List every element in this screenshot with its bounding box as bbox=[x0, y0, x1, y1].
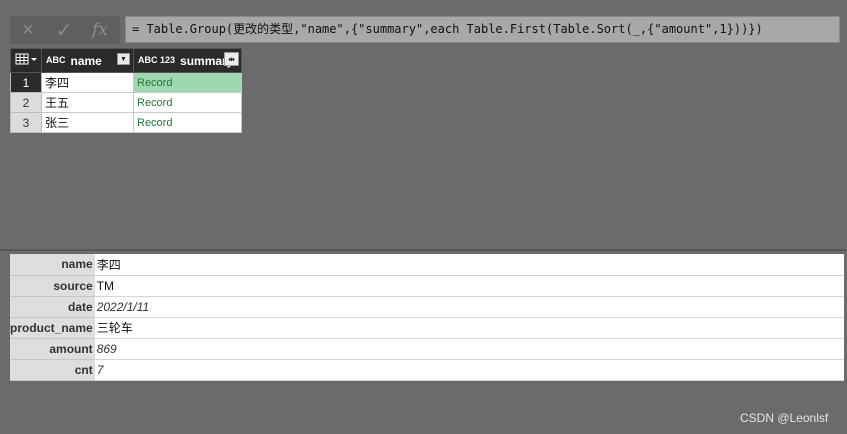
formula-input[interactable]: = Table.Group(更改的类型,"name",{"summary",ea… bbox=[125, 16, 840, 43]
cell-summary-record[interactable]: Record bbox=[133, 92, 242, 113]
row-number[interactable]: 2 bbox=[10, 92, 42, 113]
table-row: 3 张三 Record bbox=[10, 112, 242, 133]
field-label: source bbox=[10, 275, 95, 297]
record-preview-pane: name 李四 source TM date 2022/1/11 product… bbox=[10, 254, 844, 381]
grid-header-row: ABC name ▼ ABC 123 summary ⇹ bbox=[10, 48, 242, 73]
formula-bar: × ✓ fx = Table.Group(更改的类型,"name",{"summ… bbox=[0, 0, 847, 46]
field-value: 2022/1/11 bbox=[94, 296, 844, 318]
field-value: TM bbox=[94, 275, 844, 297]
field-label: amount bbox=[10, 338, 95, 360]
preview-row: cnt 7 bbox=[10, 359, 844, 381]
watermark: CSDN @Leonlsf bbox=[740, 411, 829, 425]
text-type-icon[interactable]: ABC bbox=[46, 56, 66, 65]
field-label: date bbox=[10, 296, 95, 318]
field-value: 869 bbox=[94, 338, 844, 360]
formula-actions: × ✓ fx bbox=[10, 16, 120, 44]
column-header-name[interactable]: ABC name ▼ bbox=[41, 48, 134, 73]
filter-dropdown-icon[interactable]: ▼ bbox=[117, 53, 130, 65]
row-number[interactable]: 3 bbox=[10, 112, 42, 133]
cancel-icon[interactable]: × bbox=[10, 16, 46, 44]
fx-icon[interactable]: fx bbox=[82, 16, 118, 44]
cell-name[interactable]: 张三 bbox=[41, 112, 134, 133]
cell-summary-record[interactable]: Record bbox=[133, 72, 242, 93]
table-row: 2 王五 Record bbox=[10, 92, 242, 113]
field-value: 7 bbox=[94, 359, 844, 381]
table-row: 1 李四 Record bbox=[10, 72, 242, 93]
field-label: name bbox=[10, 254, 95, 276]
expand-column-icon[interactable]: ⇹ bbox=[224, 52, 239, 66]
field-label: cnt bbox=[10, 359, 95, 381]
column-header-summary[interactable]: ABC 123 summary ⇹ bbox=[133, 48, 242, 73]
any-type-icon[interactable]: ABC 123 bbox=[138, 56, 175, 65]
cell-name[interactable]: 李四 bbox=[41, 72, 134, 93]
preview-row: amount 869 bbox=[10, 338, 844, 360]
row-number[interactable]: 1 bbox=[10, 72, 42, 93]
field-value: 三轮车 bbox=[94, 317, 844, 339]
table-menu-button[interactable] bbox=[10, 48, 42, 73]
field-value: 李四 bbox=[94, 254, 844, 276]
preview-row: date 2022/1/11 bbox=[10, 296, 844, 318]
preview-row: source TM bbox=[10, 275, 844, 297]
cell-name[interactable]: 王五 bbox=[41, 92, 134, 113]
column-header-label: name bbox=[70, 53, 102, 68]
table-icon bbox=[15, 53, 37, 65]
pane-splitter[interactable] bbox=[0, 249, 847, 251]
query-results-grid: ABC name ▼ ABC 123 summary ⇹ 1 李四 Record… bbox=[10, 48, 242, 133]
preview-row: product_name 三轮车 bbox=[10, 317, 844, 339]
cell-summary-record[interactable]: Record bbox=[133, 112, 242, 133]
preview-row: name 李四 bbox=[10, 254, 844, 276]
field-label: product_name bbox=[10, 317, 95, 339]
confirm-icon[interactable]: ✓ bbox=[46, 16, 82, 44]
